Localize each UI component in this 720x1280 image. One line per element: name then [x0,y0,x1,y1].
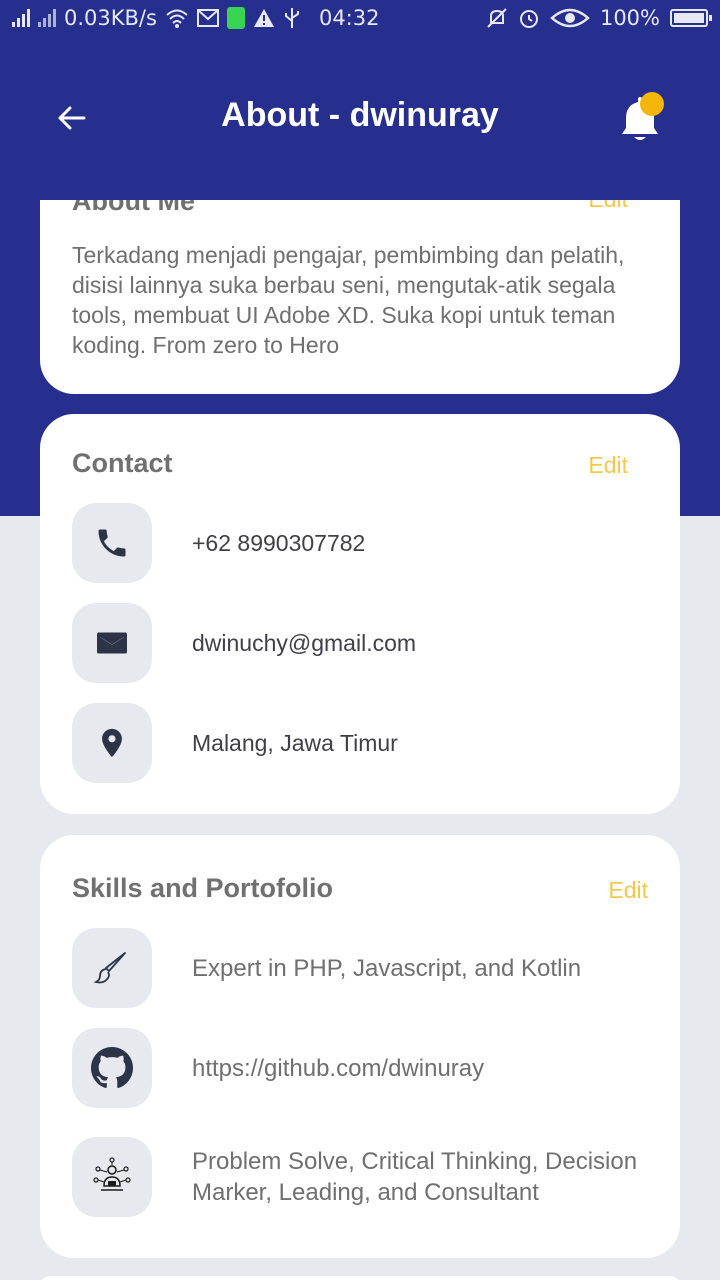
expertise-text: Expert in PHP, Javascript, and Kotlin [192,954,582,982]
about-text: Terkadang menjadi pengajar, pembimbing d… [72,242,625,358]
usb-icon [284,8,299,28]
battery-charging-icon [226,7,245,29]
github-text: https://github.com/dwinuray [192,1054,485,1082]
battery-percent: 100% [599,6,660,30]
skills-edit-link[interactable]: Edit [608,877,648,904]
signal-icon [12,9,30,27]
phone-text: +62 8990307782 [192,529,366,556]
warning-icon [253,9,274,27]
contact-row-phone[interactable]: +62 8990307782 [72,503,652,583]
email-text: dwinuchy@gmail.com [192,629,417,656]
alarm-icon [519,10,538,28]
battery-icon [670,9,712,27]
app-bar: About - dwinuray [0,36,720,200]
mail-icon [72,603,152,683]
mute-icon [487,8,507,28]
contact-row-location[interactable]: Malang, Jawa Timur [72,703,652,783]
contact-row-email[interactable]: dwinuchy@gmail.com [72,603,652,683]
contact-card: Contact Edit +62 8990307782 dwinuchy@gma… [40,414,680,814]
eye-icon [550,8,590,28]
wifi-icon [166,9,188,28]
location-pin-icon [72,703,152,783]
network-person-icon [72,1137,152,1217]
notification-badge [640,92,664,116]
status-time: 04:32 [318,6,380,30]
next-card-edge [40,1276,680,1280]
skills-row-github[interactable]: https://github.com/dwinuray [72,1028,652,1108]
page-title: About - dwinuray [221,96,499,134]
skills-card: Skills and Portofolio Edit Expert in PHP… [40,835,680,1258]
contact-title: Contact [72,448,173,478]
location-text: Malang, Jawa Timur [192,729,398,756]
github-icon [72,1028,152,1108]
status-bar: 0.03KB/s 04:32 100% [0,0,720,36]
phone-icon [72,503,152,583]
paint-brush-icon [72,928,152,1008]
gmail-icon [196,9,219,27]
contact-edit-link[interactable]: Edit [588,452,628,479]
network-speed: 0.03KB/s [64,6,157,30]
signal-icon-2 [38,9,56,27]
skills-row-soft-skills[interactable]: Problem Solve, Critical Thinking, Decisi… [72,1137,652,1217]
soft-skills-text: Problem Solve, Critical Thinking, Decisi… [192,1148,638,1206]
skills-row-expertise[interactable]: Expert in PHP, Javascript, and Kotlin [72,928,652,1008]
skills-title: Skills and Portofolio [72,873,334,903]
